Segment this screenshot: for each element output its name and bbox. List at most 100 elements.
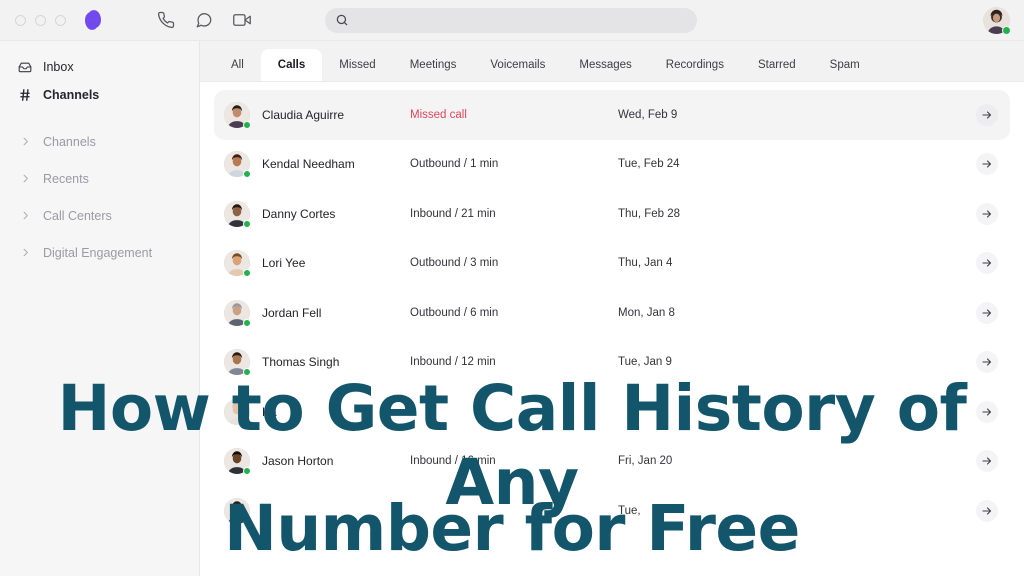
open-call-detail-button[interactable] [976,351,998,374]
contact-status-indicator [243,467,251,476]
contact-name: Claudia Aguirre [262,107,345,122]
call-type: Outbound / 6 min [410,306,499,319]
call-type: Inbound / 21 min [410,207,496,220]
contact-name: Lori Yee [262,256,306,271]
app-logo-icon [81,10,105,30]
contact-status-indicator [243,269,251,278]
call-history-list: Claudia Aguirre Missed call Wed, Feb 9 Kend… [200,82,1024,576]
contact-name: Danny Cortes [262,206,336,221]
sidebar-item-label: Inbox [43,60,74,74]
tab-recordings[interactable]: Recordings [649,49,741,81]
sidebar-item-inbox[interactable]: Inbox [0,53,199,81]
contact-status-indicator [243,120,251,129]
open-call-detail-button[interactable] [976,499,998,522]
open-call-detail-button[interactable] [976,153,998,176]
call-row[interactable]: Tue, [214,486,1010,536]
tab-meetings[interactable]: Meetings [393,49,474,81]
sidebar-group-label: Call Centers [43,208,112,223]
user-avatar[interactable] [983,7,1011,35]
app-window: Inbox Channels Channels Recents Call Cen… [0,0,1024,576]
tab-voicemails[interactable]: Voicemails [473,49,562,81]
search-container[interactable] [325,8,697,33]
sidebar-item-label: Channels [43,88,100,102]
contact-avatar [224,299,251,327]
call-date: Tue, Jan 9 [618,356,672,369]
sidebar-group-label: Recents [43,171,89,186]
call-type: Inbound / 12 min [410,356,496,369]
contact-avatar [224,448,251,476]
quick-actions [157,11,251,29]
call-date: Thu, Feb 28 [618,207,681,220]
tab-starred[interactable]: Starred [741,49,813,81]
open-call-detail-button[interactable] [976,400,998,423]
tab-messages[interactable]: Messages [562,49,648,81]
main-panel: All Calls Missed Meetings Voicemails Mes… [200,41,1024,576]
chat-icon[interactable] [195,11,213,29]
chevron-right-icon [18,135,32,149]
contact-avatar [224,151,251,179]
sidebar-group-recents[interactable]: Recents [0,160,199,197]
contact-status-indicator [243,219,251,228]
call-row[interactable]: Danny Cortes Inbound / 21 min Thu, Feb 28 [214,189,1010,239]
call-date: Mon, Jan 8 [618,306,675,319]
search-icon [335,13,349,27]
sidebar-group-digital-engagement[interactable]: Digital Engagement [0,234,199,271]
call-row[interactable]: Lori Yee Outbound / 3 min Thu, Jan 4 [214,239,1010,289]
call-type: Outbound / 3 min [410,257,499,270]
call-date: Tue, Feb 24 [618,158,680,171]
sidebar-groups: Channels Recents Call Centers Digital En… [0,123,199,271]
contact-avatar [224,200,251,228]
window-controls[interactable] [15,14,66,26]
phone-icon[interactable] [157,11,175,29]
open-call-detail-button[interactable] [976,202,998,225]
call-date: Thu, Jan 4 [618,257,673,270]
call-type: Outbound / 1 min [410,158,499,171]
contact-avatar [224,497,251,525]
contact-avatar [224,101,251,129]
call-row[interactable]: Jordan Fell Outbound / 6 min Mon, Jan 8 [214,288,1010,338]
hash-icon [18,88,32,102]
tab-all[interactable]: All [214,49,261,81]
open-call-detail-button[interactable] [976,301,998,324]
titlebar [0,0,1024,41]
contact-status-indicator [243,318,251,327]
sidebar: Inbox Channels Channels Recents Call Cen… [0,41,200,576]
minimize-dot-icon[interactable] [35,14,46,26]
inbox-icon [18,60,32,74]
call-date: Wed, Feb 9 [618,108,678,121]
call-type: Inbound / 16 min [410,455,496,468]
contact-status-indicator [243,417,251,426]
open-call-detail-button[interactable] [976,450,998,473]
call-row[interactable]: Claudia Aguirre Missed call Wed, Feb 9 [214,90,1010,140]
contact-avatar [224,349,251,377]
contact-status-indicator [243,516,251,525]
contact-avatar [224,398,251,426]
open-call-detail-button[interactable] [976,252,998,275]
contact-avatar [224,250,251,278]
close-dot-icon[interactable] [15,14,26,26]
call-row[interactable]: Thomas Singh Inbound / 12 min Tue, Jan 9 [214,338,1010,388]
call-row[interactable]: Ka [214,387,1010,437]
call-date: Tue, [618,504,641,517]
call-date: Fri, Jan 20 [618,455,673,468]
contact-name: Jordan Fell [262,305,322,320]
tab-spam[interactable]: Spam [813,49,877,81]
sidebar-group-call-centers[interactable]: Call Centers [0,197,199,234]
sidebar-item-channels[interactable]: Channels [0,81,199,109]
sidebar-group-channels[interactable]: Channels [0,123,199,160]
sidebar-group-label: Channels [43,134,96,149]
tab-bar: All Calls Missed Meetings Voicemails Mes… [200,41,1024,82]
contact-name: Ka [262,404,277,419]
tab-calls[interactable]: Calls [260,49,323,81]
maximize-dot-icon[interactable] [55,14,66,26]
call-row[interactable]: Kendal Needham Outbound / 1 min Tue, Feb 2… [214,140,1010,190]
open-call-detail-button[interactable] [976,103,998,126]
contact-status-indicator [243,368,251,377]
chevron-right-icon [18,246,32,260]
avatar-status-indicator [1002,26,1011,35]
call-row[interactable]: Jason Horton Inbound / 16 min Fri, Jan 20 [214,437,1010,487]
search-input[interactable] [325,8,697,33]
chevron-right-icon [18,209,32,223]
video-icon[interactable] [233,11,251,29]
tab-missed[interactable]: Missed [322,49,392,81]
